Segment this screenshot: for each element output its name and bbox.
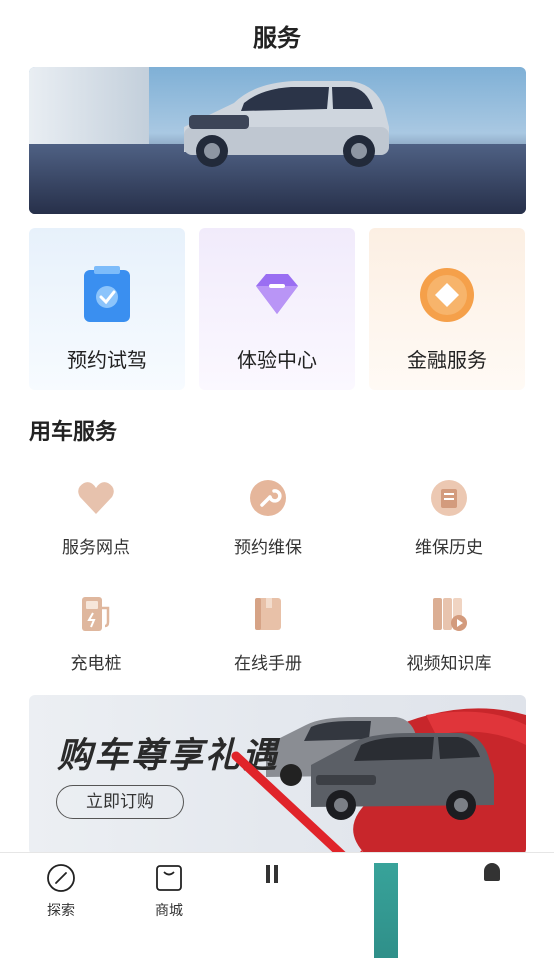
finance-label: 金融服务 xyxy=(407,350,487,372)
diamond-icon xyxy=(256,274,298,314)
video-library-label: 视频知识库 xyxy=(406,654,492,673)
charging-station-icon xyxy=(82,597,110,631)
tab-explore[interactable]: 探索 xyxy=(21,853,101,933)
vehicle-icon-partial-2 xyxy=(274,865,278,883)
book-maintenance-item[interactable]: 预约维保 xyxy=(198,478,338,568)
promo-banner[interactable]: 购车尊享礼遇 立即订购 xyxy=(29,695,526,855)
suv-image xyxy=(184,81,389,167)
maintenance-history-item[interactable]: 维保历史 xyxy=(379,478,519,568)
promo-headline: 购车尊享礼遇 xyxy=(57,736,280,775)
compass-icon xyxy=(47,864,75,892)
tab-vehicle-partial[interactable] xyxy=(262,859,292,899)
maintenance-history-label: 维保历史 xyxy=(415,538,483,557)
clipboard-check-icon xyxy=(84,266,130,322)
heart-icon xyxy=(78,482,114,514)
history-icon xyxy=(431,480,467,516)
test-drive-label: 预约试驾 xyxy=(67,350,147,372)
page-title: 服务 xyxy=(253,25,301,52)
video-library-item[interactable]: 视频知识库 xyxy=(379,594,519,684)
vehicle-icon-partial xyxy=(266,865,270,883)
service-outlets-label: 服务网点 xyxy=(62,538,130,557)
coin-icon xyxy=(420,268,474,322)
experience-center-label: 体验中心 xyxy=(237,350,317,372)
section-title: 用车服务 xyxy=(29,419,118,444)
online-manual-label: 在线手册 xyxy=(234,654,302,673)
charging-station-label: 充电桩 xyxy=(70,654,122,673)
hero-banner[interactable] xyxy=(29,67,526,214)
tab-profile-partial[interactable] xyxy=(484,863,500,881)
wrench-icon xyxy=(250,480,286,516)
experience-center-card[interactable]: 体验中心 xyxy=(199,228,355,390)
order-now-button[interactable]: 立即订购 xyxy=(56,785,184,819)
test-drive-card[interactable]: 预约试驾 xyxy=(29,228,185,390)
tab-mall-label: 商城 xyxy=(155,902,183,918)
tab-service-active[interactable] xyxy=(374,863,398,958)
tab-explore-label: 探索 xyxy=(47,902,75,918)
finance-card[interactable]: 金融服务 xyxy=(369,228,525,390)
bottom-tab-bar: 探索 商城 xyxy=(0,852,554,958)
online-manual-item[interactable]: 在线手册 xyxy=(198,594,338,684)
service-outlets-item[interactable]: 服务网点 xyxy=(26,478,166,568)
book-maintenance-label: 预约维保 xyxy=(234,538,302,557)
video-library-icon xyxy=(433,598,467,631)
tab-mall[interactable]: 商城 xyxy=(129,853,209,933)
manual-icon xyxy=(255,598,281,630)
shopping-bag-icon xyxy=(156,865,182,891)
charging-station-item[interactable]: 充电桩 xyxy=(26,594,166,684)
